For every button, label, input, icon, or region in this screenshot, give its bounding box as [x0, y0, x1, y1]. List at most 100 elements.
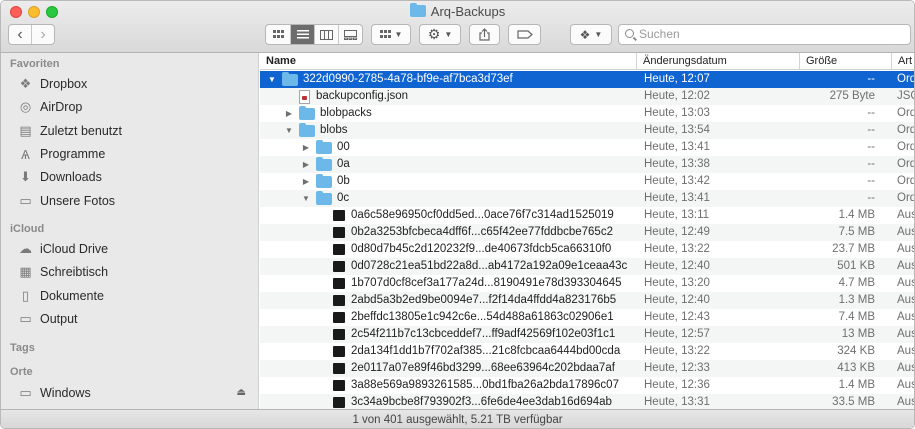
back-forward-control: ‹ ›: [8, 24, 55, 45]
dropbox-menu-button[interactable]: ❖ ▼: [570, 24, 612, 45]
status-bar: 1 von 401 ausgewählt, 5.21 TB verfügbar: [1, 409, 914, 428]
column-view-icon: [320, 29, 333, 40]
tags-button[interactable]: [508, 24, 541, 45]
table-row[interactable]: 0a6c58e96950cf0dd5ed...0ace76f7c314ad152…: [260, 207, 914, 224]
dropbox-icon: ❖: [579, 27, 591, 42]
share-icon: [479, 28, 490, 41]
table-row[interactable]: ▶ 00 Heute, 13:41 -- Ordn: [260, 139, 914, 156]
table-row[interactable]: 0d80d7b45c2d120232f9...de40673fdcb5ca663…: [260, 241, 914, 258]
sidebar-item-output[interactable]: ▭ Output: [17, 309, 77, 329]
sidebar-item-windows[interactable]: ▭ Windows: [17, 383, 247, 403]
disclosure-collapsed-icon[interactable]: ▶: [283, 105, 295, 122]
executable-file-icon: [333, 363, 345, 374]
folder-icon: [299, 105, 315, 120]
recents-icon: ▤: [19, 123, 32, 138]
table-row[interactable]: 2da134f1dd1b7f702af385...21c8fcbcaa6444b…: [260, 343, 914, 360]
status-text: 1 von 401 ausgewählt, 5.21 TB verfügbar: [352, 414, 563, 426]
size-cell: --: [867, 192, 875, 204]
file-name: 3c34a9bcbe8f793902f3...6fe6de4ee3dab16d6…: [351, 396, 612, 408]
date-cell: Heute, 13:38: [644, 158, 710, 170]
table-row[interactable]: 2beffdc13805e1c942c6e...54d488a61863c029…: [260, 309, 914, 326]
column-header-kind[interactable]: Art: [891, 53, 914, 70]
table-row[interactable]: 1b707d0cf8cef3a177a24d...8190491e78d3933…: [260, 275, 914, 292]
folder-icon: ▭: [19, 311, 32, 326]
name-cell: 2beffdc13805e1c942c6e...54d488a61863c029…: [317, 309, 614, 326]
table-row[interactable]: 2e0117a07e89f46bd3299...68ee63964c202bda…: [260, 360, 914, 377]
action-button[interactable]: ⚙ ▼: [419, 24, 461, 45]
table-row[interactable]: ▶ 0a Heute, 13:38 -- Ordn: [260, 156, 914, 173]
size-cell: 7.4 MB: [838, 311, 875, 323]
group-by-button[interactable]: ▼: [371, 24, 411, 45]
kind-cell: Ordn: [897, 175, 914, 187]
disclosure-collapsed-icon[interactable]: ▶: [300, 139, 312, 156]
name-cell: 2e0117a07e89f46bd3299...68ee63964c202bda…: [317, 360, 615, 377]
sidebar-item-unsere-fotos[interactable]: ▭ Unsere Fotos: [17, 191, 115, 211]
eject-icon[interactable]: ⏏: [237, 387, 246, 398]
date-cell: Heute, 12:36: [644, 379, 710, 391]
size-cell: 275 Byte: [829, 90, 875, 102]
gallery-view-button[interactable]: [339, 25, 362, 44]
disclosure-expanded-icon[interactable]: ▼: [283, 122, 295, 139]
sidebar-item-desktop[interactable]: ▦ Schreibtisch: [17, 262, 108, 282]
disk-icon: ▭: [19, 385, 32, 400]
table-row[interactable]: 3a88e569a9893261585...0bd1fba26a2bda1789…: [260, 377, 914, 394]
column-header-size[interactable]: Größe: [799, 53, 891, 70]
kind-cell: Ausf: [897, 260, 914, 272]
column-header-name[interactable]: Name: [260, 53, 636, 70]
table-row[interactable]: 2abd5a3b2ed9be0094e7...f2f14da4ffdd4a823…: [260, 292, 914, 309]
date-cell: Heute, 12:43: [644, 311, 710, 323]
name-cell: 2abd5a3b2ed9be0094e7...f2f14da4ffdd4a823…: [317, 292, 616, 309]
disclosure-collapsed-icon[interactable]: ▶: [300, 156, 312, 173]
sidebar-item-airdrop[interactable]: ◎ AirDrop: [17, 97, 83, 117]
table-row[interactable]: 0b2a3253bfcbeca4dff6f...c65f42ee77fddbcb…: [260, 224, 914, 241]
date-cell: Heute, 12:33: [644, 362, 710, 374]
kind-cell: Ausf: [897, 277, 914, 289]
file-list: Name Änderungsdatum Größe Art ▼ 322d0990-…: [260, 53, 914, 409]
kind-cell: Ordn: [897, 124, 914, 136]
kind-cell: Ausf: [897, 379, 914, 391]
table-row[interactable]: ▼ blobs Heute, 13:54 -- Ordn: [260, 122, 914, 139]
table-row[interactable]: 3c34a9bcbe8f793902f3...6fe6de4ee3dab16d6…: [260, 394, 914, 409]
file-name: 2e0117a07e89f46bd3299...68ee63964c202bda…: [351, 362, 615, 374]
table-row[interactable]: backupconfig.json Heute, 12:02 275 Byte JSO…: [260, 88, 914, 105]
date-cell: Heute, 13:22: [644, 243, 710, 255]
sidebar-item-recents[interactable]: ▤ Zuletzt benutzt: [17, 121, 122, 141]
date-cell: Heute, 13:22: [644, 345, 710, 357]
size-cell: --: [867, 73, 875, 85]
disclosure-collapsed-icon[interactable]: ▶: [300, 173, 312, 190]
sidebar-item-icloud-drive[interactable]: ☁ iCloud Drive: [17, 239, 108, 259]
table-row[interactable]: 2c54f211b7c13cbceddef7...ff9adf42569f102…: [260, 326, 914, 343]
forward-button[interactable]: ›: [32, 25, 54, 44]
sidebar-section-tags: Tags: [10, 342, 35, 354]
search-input[interactable]: Suchen: [618, 24, 911, 45]
column-header-bar: Name Änderungsdatum Größe Art: [260, 53, 914, 70]
sidebar-item-applications[interactable]: Ѧ Programme: [17, 144, 105, 164]
column-view-button[interactable]: [315, 25, 339, 44]
column-header-date[interactable]: Änderungsdatum: [636, 53, 799, 70]
list-view-button[interactable]: [291, 25, 315, 44]
table-row[interactable]: ▶ 0b Heute, 13:42 -- Ordn: [260, 173, 914, 190]
sidebar-item-downloads[interactable]: ⬇ Downloads: [17, 167, 102, 187]
executable-file-icon: [333, 278, 345, 289]
disclosure-expanded-icon[interactable]: ▼: [266, 71, 278, 88]
sidebar-item-dropbox[interactable]: ❖ Dropbox: [17, 74, 88, 94]
icon-view-button[interactable]: [266, 25, 291, 44]
size-cell: 7.5 MB: [838, 226, 875, 238]
size-cell: --: [867, 124, 875, 136]
executable-file-icon: [333, 261, 345, 272]
kind-cell: Ausf: [897, 396, 914, 408]
file-name: 0d80d7b45c2d120232f9...de40673fdcb5ca663…: [351, 243, 612, 255]
chevron-down-icon: ▼: [594, 30, 603, 39]
table-row[interactable]: ▼ 0c Heute, 13:41 -- Ordn: [260, 190, 914, 207]
share-button[interactable]: [469, 24, 500, 45]
back-button[interactable]: ‹: [9, 25, 32, 44]
sidebar-item-documents[interactable]: ▯ Dokumente: [17, 286, 104, 306]
disclosure-expanded-icon[interactable]: ▼: [300, 190, 312, 207]
date-cell: Heute, 12:49: [644, 226, 710, 238]
name-cell: 0a6c58e96950cf0dd5ed...0ace76f7c314ad152…: [317, 207, 614, 224]
sidebar: Favoriten ❖ Dropbox ◎ AirDrop ▤ Zuletzt …: [1, 53, 259, 409]
table-row[interactable]: ▼ 322d0990-2785-4a78-bf9e-af7bca3d73ef Heu…: [260, 71, 914, 88]
table-row[interactable]: ▶ blobpacks Heute, 13:03 -- Ordn: [260, 105, 914, 122]
executable-file-icon: [333, 312, 345, 323]
table-row[interactable]: 0d0728c21ea51bd22a8d...ab4172a192a09e1ce…: [260, 258, 914, 275]
